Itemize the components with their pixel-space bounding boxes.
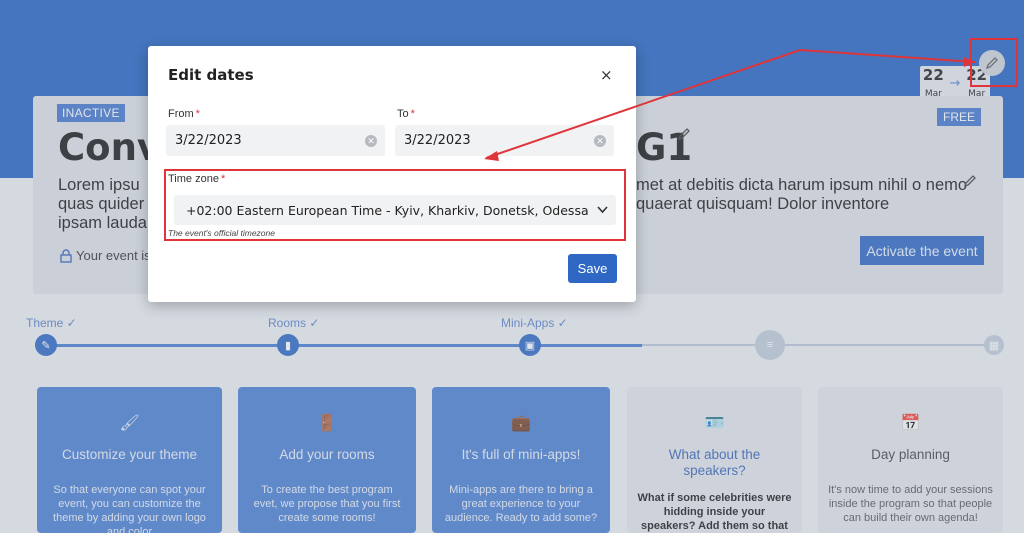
from-date-input[interactable]	[175, 133, 335, 148]
to-label: To *	[397, 108, 415, 120]
to-date-input[interactable]	[404, 133, 564, 148]
timezone-label: Time zone *	[168, 173, 226, 185]
from-label: From *	[168, 108, 200, 120]
dialog-title: Edit dates	[168, 66, 254, 84]
clear-from-icon[interactable]: ✕	[365, 134, 377, 147]
chevron-down-icon	[597, 206, 608, 214]
to-date-field[interactable]: ✕	[395, 125, 614, 156]
edit-dates-dialog: Edit dates × From* ✕ To* ✕ Time zone* +0…	[148, 46, 636, 302]
timezone-select[interactable]: +02:00 Eastern European Time - Kyiv, Kha…	[174, 195, 616, 225]
save-button[interactable]: Save	[568, 254, 617, 283]
timezone-help: The event's official timezone	[168, 228, 275, 238]
timezone-value: +02:00 Eastern European Time - Kyiv, Kha…	[186, 202, 589, 218]
annotation-box-edit	[970, 38, 1018, 87]
from-date-field[interactable]: ✕	[166, 125, 385, 156]
clear-to-icon[interactable]: ✕	[594, 134, 606, 147]
timezone-highlight: Time zone * +02:00 Eastern European Time …	[164, 169, 626, 241]
close-icon[interactable]: ×	[600, 66, 613, 84]
